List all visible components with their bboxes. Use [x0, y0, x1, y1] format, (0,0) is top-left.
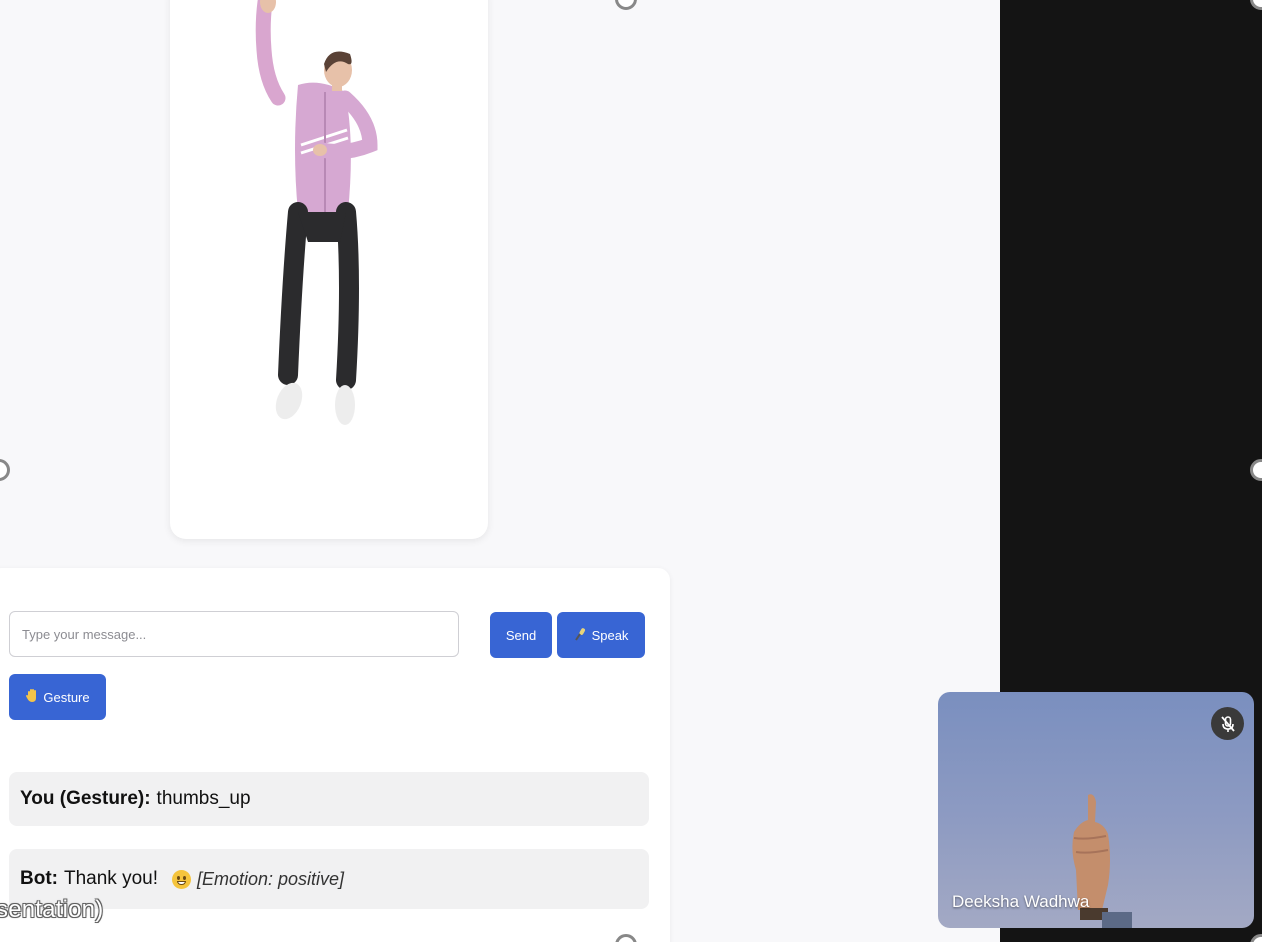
- resize-handle-top-center[interactable]: [615, 0, 637, 10]
- send-button[interactable]: Send: [490, 612, 552, 658]
- chat-message-bot: Bot: Thank you! [Emotion: positive]: [9, 849, 649, 909]
- message-sender: You (Gesture):: [20, 788, 151, 809]
- emotion-label: [Emotion: positive]: [196, 868, 345, 889]
- resize-handle-mid-left[interactable]: [0, 459, 10, 481]
- participant-video-tile[interactable]: Deeksha Wadhwa: [938, 692, 1254, 928]
- participant-name: Deeksha Wadhwa: [952, 892, 1090, 911]
- hand-icon: [25, 688, 39, 706]
- message-text: Thank you!: [63, 868, 158, 889]
- message-sender: Bot:: [20, 868, 58, 889]
- smile-emoji-icon: [171, 869, 191, 889]
- chat-message-user: You (Gesture): thumbs_up: [9, 772, 649, 826]
- avatar-figure: [255, 0, 378, 425]
- gesture-button[interactable]: Gesture: [9, 674, 106, 720]
- caption-overlay: sentation): [0, 896, 104, 923]
- speak-label: Speak: [591, 627, 629, 643]
- avatar-card: [170, 0, 488, 539]
- message-text: thumbs_up: [156, 788, 251, 809]
- gesture-label: Gesture: [43, 689, 90, 705]
- chat-panel: Send Speak Gesture You (Gesture): thumbs…: [0, 568, 670, 942]
- mic-muted-icon[interactable]: [1211, 707, 1244, 740]
- message-input[interactable]: [9, 611, 459, 657]
- page: Send Speak Gesture You (Gesture): thumbs…: [0, 0, 1262, 942]
- send-label: Send: [505, 627, 537, 643]
- microphone-icon: [574, 627, 588, 644]
- speak-button[interactable]: Speak: [557, 612, 645, 658]
